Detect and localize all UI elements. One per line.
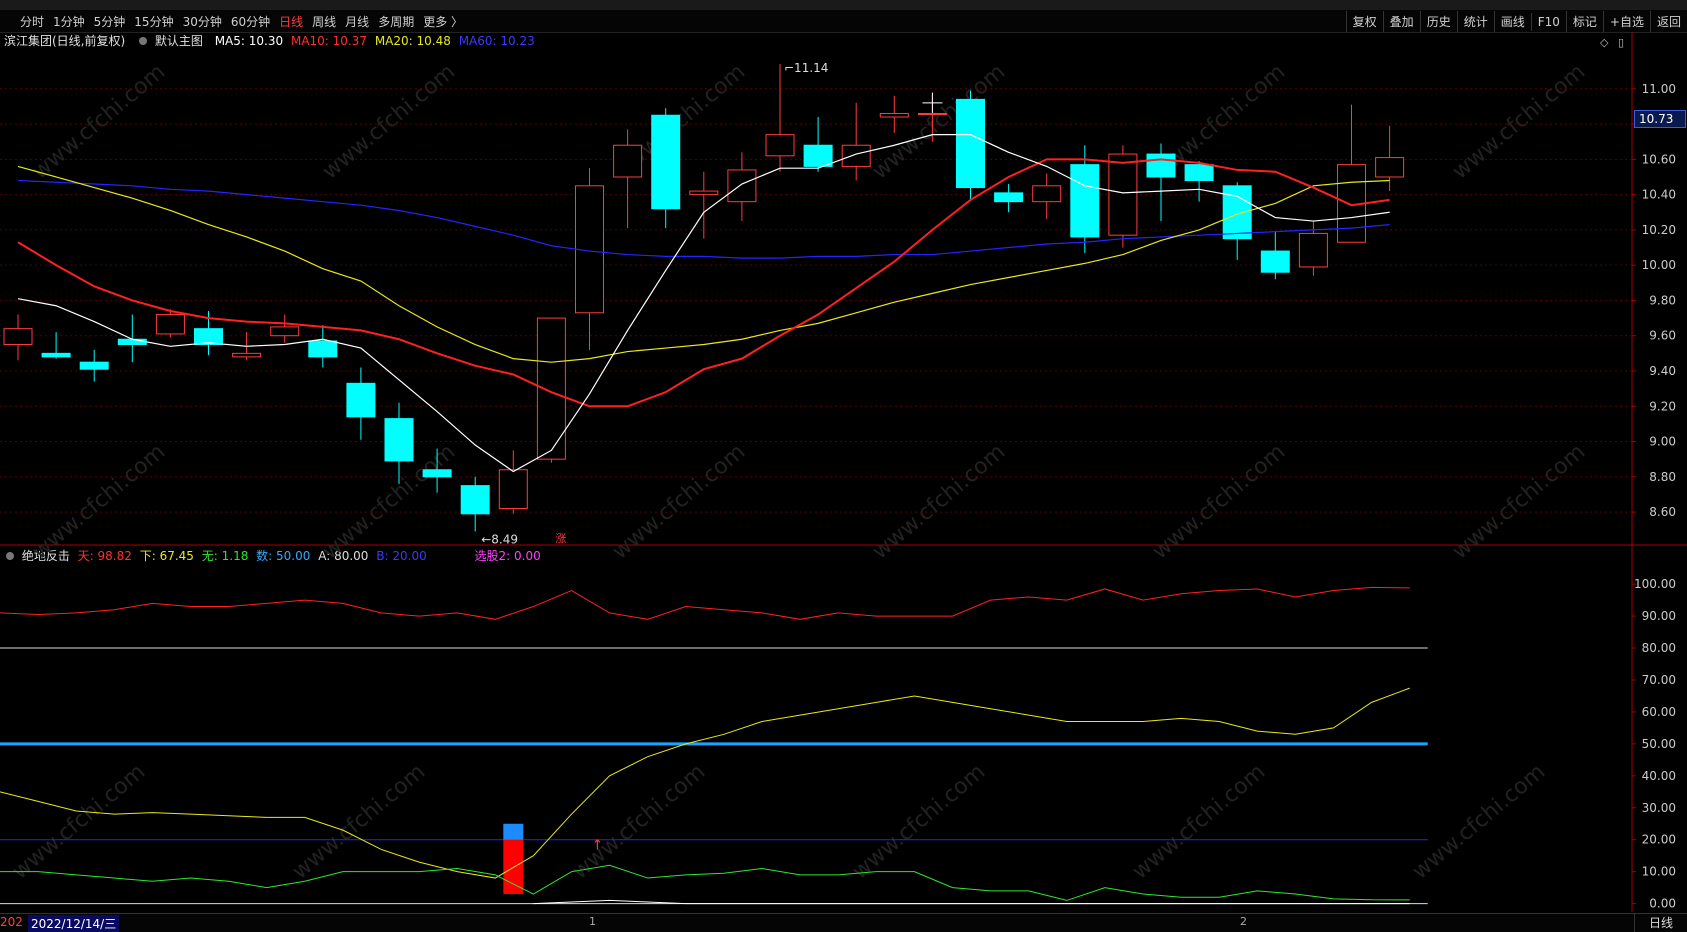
candle-body — [841, 144, 871, 167]
cursor-date: 2022/12/14/三 — [28, 915, 120, 932]
indicator-axis-label: 80.00 — [1642, 641, 1676, 655]
candle-body — [651, 114, 681, 210]
candle-body — [994, 192, 1024, 203]
watermark-text: www.cfchi.com — [868, 59, 1010, 184]
price-axis-label: 9.60 — [1649, 329, 1676, 343]
indicator-axis-label: 30.00 — [1642, 801, 1676, 815]
period-indicator[interactable]: 日线 — [1634, 914, 1687, 932]
candle-body — [155, 314, 185, 335]
diamond-icon: ◇ — [1600, 36, 1609, 49]
candle-body — [1260, 250, 1290, 273]
watermark-text: www.cfchi.com — [1448, 59, 1590, 184]
price-axis-label: 10.00 — [1642, 258, 1676, 272]
candle-body — [460, 485, 490, 515]
month-mark-feb: 2 — [1240, 915, 1247, 928]
kline-chart[interactable]: www.cfchi.com www.cfchi.com www.cfchi.com w… — [0, 0, 1687, 931]
watermark-text: www.cfchi.com — [608, 439, 750, 564]
price-axis-label: 10.20 — [1642, 223, 1676, 237]
candle-body — [727, 169, 757, 203]
indicator-axis-label: 70.00 — [1642, 673, 1676, 687]
signal-bar-blue — [503, 823, 524, 840]
candle-body — [1032, 185, 1062, 203]
watermark-text: www.cfchi.com — [8, 759, 150, 884]
candle-body — [1146, 153, 1176, 178]
candle-body — [803, 144, 833, 167]
candle-body — [613, 144, 643, 178]
watermark-text: www.cfchi.com — [1128, 759, 1270, 884]
indicator-axis-label: 40.00 — [1642, 769, 1676, 783]
indicator-axis-label: 50.00 — [1642, 737, 1676, 751]
candle-body — [384, 418, 414, 462]
candle-body — [346, 382, 376, 418]
candle-body — [117, 338, 147, 346]
indicator-axis-label: 100.00 — [1634, 577, 1676, 591]
watermark-text: www.cfchi.com — [1448, 439, 1590, 564]
candle-body — [194, 328, 223, 346]
watermark-text: www.cfchi.com — [28, 439, 170, 564]
candle-body — [689, 190, 719, 196]
high-price-label: ⌐11.14 — [784, 61, 828, 75]
price-axis-label: 9.20 — [1649, 399, 1676, 413]
indicator-axis-label: 20.00 — [1642, 833, 1676, 847]
price-axis-label: 8.60 — [1649, 505, 1676, 519]
watermark-text: www.cfchi.com — [848, 759, 990, 884]
candle-body — [1222, 185, 1252, 240]
price-axis-label: 10.40 — [1642, 188, 1676, 202]
date-prefix: 202 — [0, 915, 23, 929]
price-axis-label: 9.40 — [1649, 364, 1676, 378]
price-axis-label: 8.80 — [1649, 470, 1676, 484]
indicator-axis-label: 60.00 — [1642, 705, 1676, 719]
watermark-text: www.cfchi.com — [868, 439, 1010, 564]
indicator-axis-label: 10.00 — [1642, 865, 1676, 879]
candle-body — [41, 352, 71, 358]
watermark-text: www.cfchi.com — [318, 59, 460, 184]
candle-body — [1375, 157, 1405, 178]
bottom-timebar: 202 2022/12/14/三 1 2 日线 — [0, 913, 1687, 932]
candle-body — [232, 352, 262, 358]
candle-body — [498, 469, 528, 510]
price-axis-label: 11.00 — [1642, 82, 1676, 96]
watermark-text: www.cfchi.com — [288, 759, 430, 884]
rise-mark: 涨 — [555, 532, 566, 545]
price-axis-label: 9.80 — [1649, 293, 1676, 307]
low-price-label: ←8.49 — [481, 532, 518, 546]
candle-body — [879, 112, 909, 118]
watermark-text: www.cfchi.com — [28, 59, 170, 184]
candle-body — [1108, 153, 1138, 236]
watermark-text: www.cfchi.com — [568, 759, 710, 884]
candle-body — [422, 469, 452, 478]
candle-body — [270, 326, 300, 337]
current-price-tag: 10.73 — [1634, 110, 1686, 128]
candle-body — [79, 361, 109, 370]
candle-body — [1070, 164, 1100, 238]
signal-bar-red — [503, 839, 524, 895]
indicator-axis-label: 0.00 — [1649, 897, 1676, 911]
down-line — [0, 687, 1410, 879]
month-mark-jan: 1 — [589, 915, 596, 928]
candle-body — [3, 328, 33, 346]
candle-body — [956, 98, 985, 189]
candle-body — [765, 134, 795, 157]
price-axis-label: 10.60 — [1642, 152, 1676, 166]
watermark-text: www.cfchi.com — [1408, 759, 1550, 884]
candle-body — [917, 112, 947, 115]
none-line — [0, 864, 1410, 901]
signal-up-arrow-icon: ↑ — [592, 837, 604, 853]
sky-line — [0, 586, 1410, 620]
price-axis-label: 9.00 — [1649, 435, 1676, 449]
pick2-line — [533, 899, 1410, 905]
candle-body — [1298, 232, 1328, 268]
indicator-axis-label: 90.00 — [1642, 609, 1676, 623]
candle-body — [308, 340, 338, 358]
window-icon: ▯ — [1618, 36, 1624, 49]
watermark-text: www.cfchi.com — [1148, 439, 1290, 564]
candle-body — [1184, 164, 1214, 182]
